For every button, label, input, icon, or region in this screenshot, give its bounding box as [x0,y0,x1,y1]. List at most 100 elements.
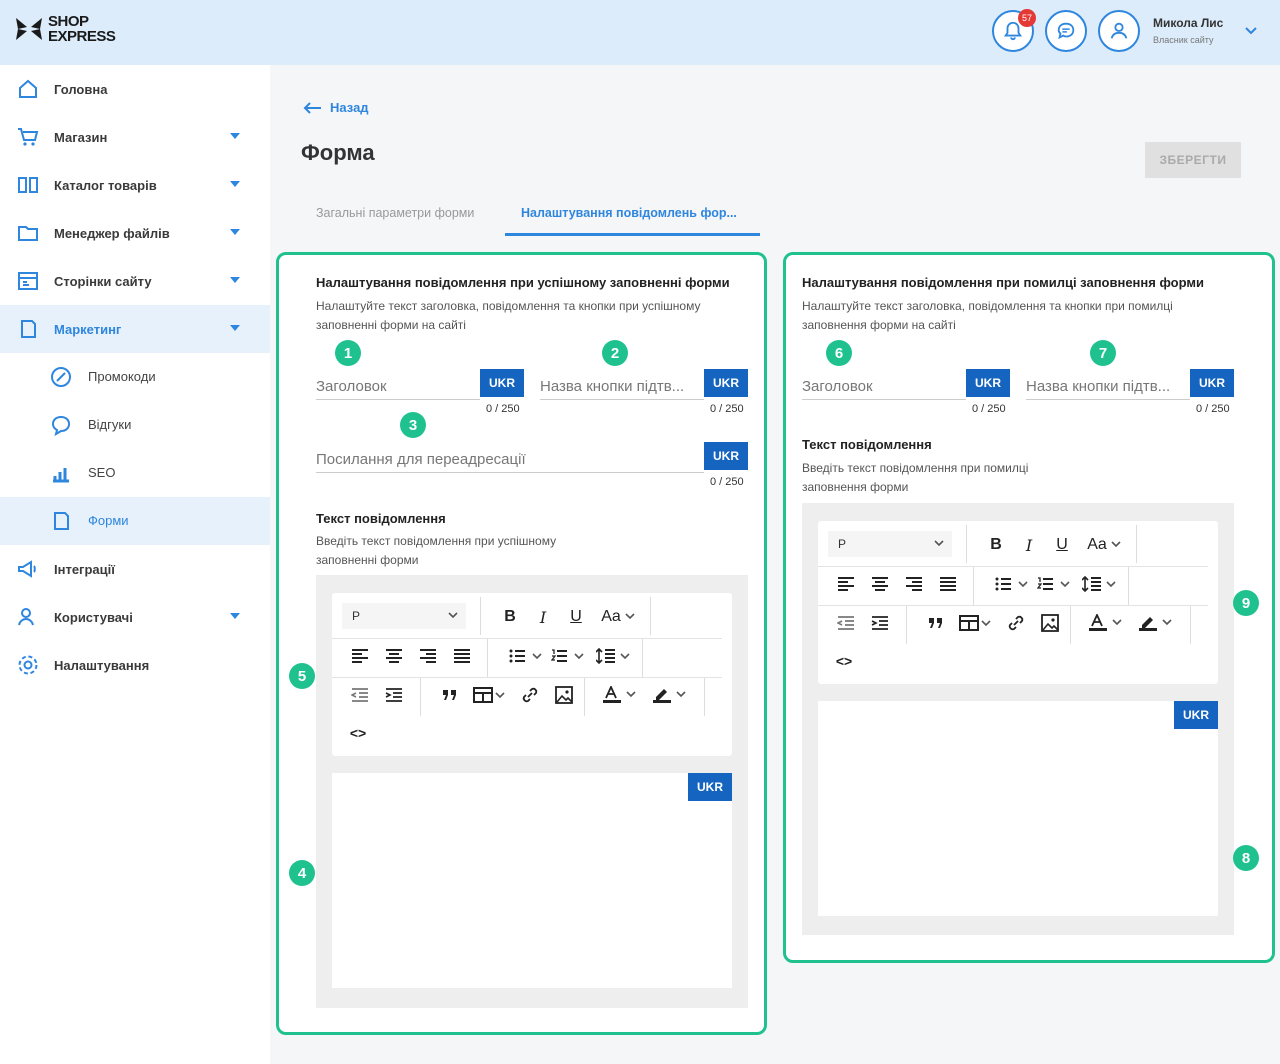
tab-general-parameters[interactable]: Загальні параметри форми [316,206,474,220]
font-size-button[interactable]: Aa [598,605,638,629]
lang-badge[interactable]: UKR [1190,369,1234,397]
expand-arrow-icon[interactable] [230,181,240,187]
link-button[interactable] [518,683,542,707]
image-button[interactable] [552,683,576,707]
blockquote-button[interactable] [924,611,948,635]
sidebar-item-catalog[interactable]: Каталог товарів [0,161,270,209]
error-button-name-input[interactable]: Назва кнопки підтв... [1026,370,1190,400]
align-justify-button[interactable] [936,572,960,596]
expand-arrow-icon[interactable] [230,613,240,619]
success-heading-input[interactable]: Заголовок [316,370,480,400]
source-code-button[interactable]: <> [346,721,370,745]
error-message-editor[interactable]: UKR [818,701,1218,916]
align-justify-button[interactable] [450,644,474,668]
chevron-down-icon[interactable] [1244,24,1258,38]
table-button[interactable] [470,683,510,707]
sidebar-item-shop[interactable]: Магазин [0,113,270,161]
lang-badge[interactable]: UKR [704,369,748,397]
sidebar-subitem-reviews[interactable]: Відгуки [0,401,270,449]
numbered-list-button[interactable] [1034,572,1074,596]
sidebar-item-settings[interactable]: Налаштування [0,641,270,689]
align-left-button[interactable] [834,572,858,596]
outdent-button[interactable] [348,683,372,707]
lang-badge[interactable]: UKR [1174,701,1218,729]
bullet-list-button[interactable] [992,572,1032,596]
sidebar-item-pages[interactable]: Сторінки сайту [0,257,270,305]
sidebar-item-integrations[interactable]: Інтеграції [0,545,270,593]
align-right-button[interactable] [902,572,926,596]
align-center-button[interactable] [868,572,892,596]
line-height-button[interactable] [1080,572,1120,596]
expand-arrow-icon[interactable] [230,325,240,331]
sidebar-item-users[interactable]: Користувачі [0,593,270,641]
underline-button[interactable]: U [1050,533,1074,557]
error-heading-input[interactable]: Заголовок [802,370,966,400]
editor-toolbar: P B I U Aa <> [332,593,732,756]
text-color-button[interactable] [1086,611,1126,635]
logo-line2: EXPRESS [48,28,116,45]
blockquote-button[interactable] [438,683,462,707]
text-color-button[interactable] [600,683,640,707]
align-right-button[interactable] [416,644,440,668]
back-link[interactable]: Назад [302,100,369,115]
profile-button[interactable] [1098,10,1140,52]
save-button[interactable]: ЗБЕРЕГТИ [1145,142,1241,178]
reviews-icon [51,415,71,437]
sidebar-item-marketing[interactable]: Маркетинг [0,305,270,353]
paragraph-select[interactable]: P [828,531,952,557]
align-right-icon [420,649,436,663]
outdent-button[interactable] [834,611,858,635]
italic-button[interactable]: I [531,605,555,629]
expand-arrow-icon[interactable] [230,277,240,283]
align-left-button[interactable] [348,644,372,668]
source-code-button[interactable]: <> [832,649,856,673]
paragraph-select[interactable]: P [342,603,466,629]
error-card-desc-line2: заповнення форми на сайті [802,318,956,332]
success-button-name-input[interactable]: Назва кнопки підтв... [540,370,704,400]
indent-icon [385,688,402,702]
annotation-marker-2: 2 [602,340,628,366]
table-button[interactable] [956,611,996,635]
lang-badge[interactable]: UKR [966,369,1010,397]
toolbar-separator [480,597,481,635]
success-card-desc-line2: заповненні форми на сайті [316,318,466,332]
sidebar-item-home[interactable]: Головна [0,65,270,113]
bold-button[interactable]: B [498,605,522,629]
bold-button[interactable]: B [984,533,1008,557]
messages-button[interactable] [1045,10,1087,52]
seo-icon [53,468,69,483]
user-name[interactable]: Микола Лис [1153,16,1223,30]
bullet-list-button[interactable] [506,644,546,668]
paragraph-value: P [352,609,361,623]
indent-button[interactable] [868,611,892,635]
sidebar-subitem-forms[interactable]: Форми [0,497,270,545]
forms-icon [54,512,69,530]
success-message-editor[interactable]: UKR [332,773,732,988]
sidebar-subitem-seo[interactable]: SEO [0,449,270,497]
line-height-button[interactable] [594,644,634,668]
image-button[interactable] [1038,611,1062,635]
indent-button[interactable] [382,683,406,707]
success-redirect-input[interactable]: Посилання для переадресації [316,443,704,473]
expand-arrow-icon[interactable] [230,133,240,139]
expand-arrow-icon[interactable] [230,229,240,235]
highlight-color-button[interactable] [1136,611,1176,635]
annotation-marker-4: 4 [289,860,315,886]
font-size-button[interactable]: Aa [1084,533,1124,557]
numbered-list-button[interactable] [548,644,588,668]
lang-badge[interactable]: UKR [688,773,732,801]
button-name-placeholder: Назва кнопки підтв... [1026,378,1171,395]
error-card-desc-line1: Налаштуйте текст заголовка, повідомлення… [802,299,1173,313]
notifications-button[interactable]: 57 [992,9,1036,52]
lang-badge[interactable]: UKR [704,442,748,470]
italic-button[interactable]: I [1017,533,1041,557]
logo[interactable]: SHOP EXPRESS [14,14,116,45]
align-center-button[interactable] [382,644,406,668]
sidebar-item-file-manager[interactable]: Менеджер файлів [0,209,270,257]
link-button[interactable] [1004,611,1028,635]
underline-button[interactable]: U [564,605,588,629]
highlight-color-button[interactable] [650,683,690,707]
sidebar-subitem-promocodes[interactable]: Промокоди [0,353,270,401]
lang-badge[interactable]: UKR [480,369,524,397]
tab-message-settings[interactable]: Налаштування повідомлень фор... [521,206,737,220]
